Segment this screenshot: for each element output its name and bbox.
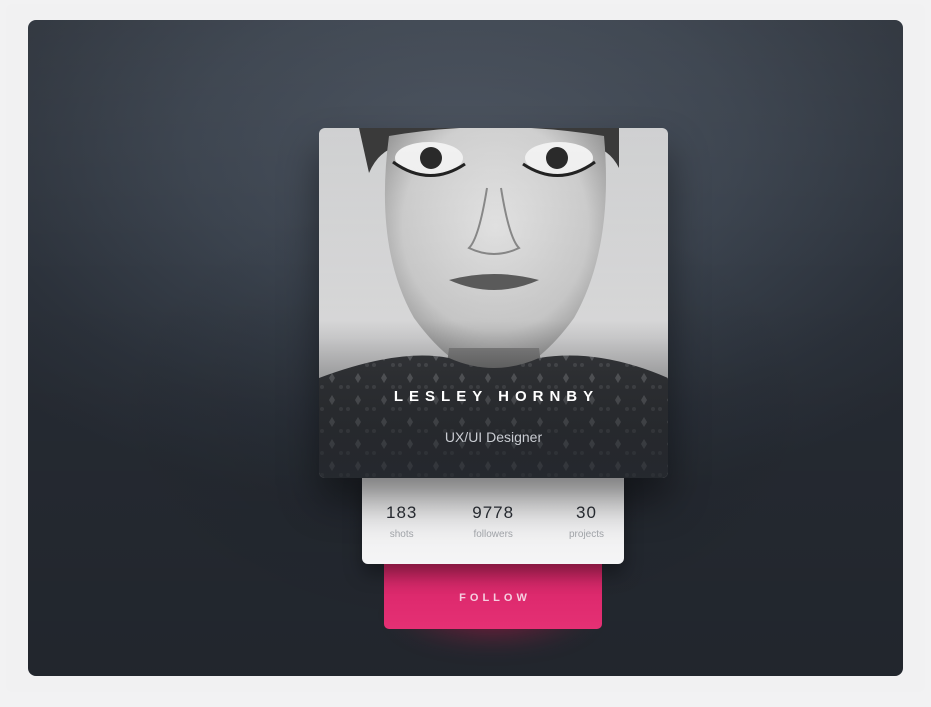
stat-label: shots xyxy=(389,529,414,540)
stat-label: projects xyxy=(568,529,604,540)
profile-widget-background: LESLEY HORNBY UX/UI Designer 183 shots 9… xyxy=(28,20,903,676)
stat-value: 183 xyxy=(386,503,418,522)
stat-label: followers xyxy=(473,529,513,540)
stat-shots: 183 shots xyxy=(386,472,417,564)
stat-value: 9778 xyxy=(472,503,515,522)
stat-projects: 30 projects xyxy=(569,472,604,564)
stats-panel: 183 shots 9778 followers 30 projects xyxy=(362,472,624,564)
profile-photo xyxy=(319,128,668,478)
profile-card: LESLEY HORNBY UX/UI Designer xyxy=(319,128,668,478)
profile-name: LESLEY HORNBY xyxy=(393,388,600,405)
profile-role: UX/UI Designer xyxy=(444,429,543,445)
follow-button[interactable]: FOLLOW xyxy=(384,560,602,629)
stat-followers: 9778 followers xyxy=(472,472,514,564)
stat-value: 30 xyxy=(576,503,597,522)
